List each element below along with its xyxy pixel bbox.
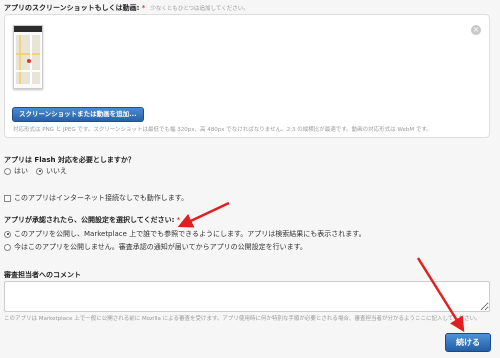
reviewer-comment-textarea[interactable] [4,281,490,312]
remove-screenshot-icon[interactable]: × [471,25,481,35]
flash-option-yes[interactable]: はい [4,166,28,176]
flash-option-no[interactable]: いいえ [36,166,67,176]
comment-label: 審査担当者へのコメント [4,271,81,279]
upload-area: × スクリーンショットまたは動画を追加... 対応形式は PNG と JPEG … [4,14,490,138]
radio-selected-icon[interactable] [4,230,11,238]
checkbox-icon[interactable] [4,194,11,202]
comment-hint: このアプリは Marketplace 上で一般に公開される前に Mozilla … [4,316,481,322]
required-mark: * [176,216,181,224]
screenshot-label: アプリのスクリーンショットもしくは動画: * 少なくともひとつは追加してください… [4,4,249,12]
format-hint: 対応形式は PNG と JPEG です。スクリーンショットは最低でも幅 320p… [13,127,432,133]
flash-options: はい いいえ [4,166,75,176]
radio-selected-icon[interactable] [36,167,43,175]
continue-button[interactable]: 続ける [445,333,491,352]
offline-checkbox-row[interactable]: このアプリはインターネット接続なしでも動作します。 [4,193,188,203]
annotation-arrow-visibility [177,201,230,228]
visibility-option-private[interactable]: 今はこのアプリを公開しません。審査承認の通知が届いてからアプリの公開設定を行いま… [4,242,307,252]
add-screenshot-button[interactable]: スクリーンショットまたは動画を追加... [12,107,144,122]
radio-icon[interactable] [4,167,11,175]
screenshot-hint: 少なくともひとつは追加してください。 [150,6,249,12]
required-mark: * [141,4,146,12]
radio-icon[interactable] [4,243,11,251]
screenshot-thumbnail[interactable] [13,25,43,89]
flash-question: アプリは Flash 対応を必要としますか？ [4,156,135,164]
visibility-question: アプリが承認されたら、公開設定を選択してください: * [4,216,181,224]
visibility-option-public[interactable]: このアプリを公開し、Marketplace 上で誰でも参照できるようにします。ア… [4,229,366,239]
